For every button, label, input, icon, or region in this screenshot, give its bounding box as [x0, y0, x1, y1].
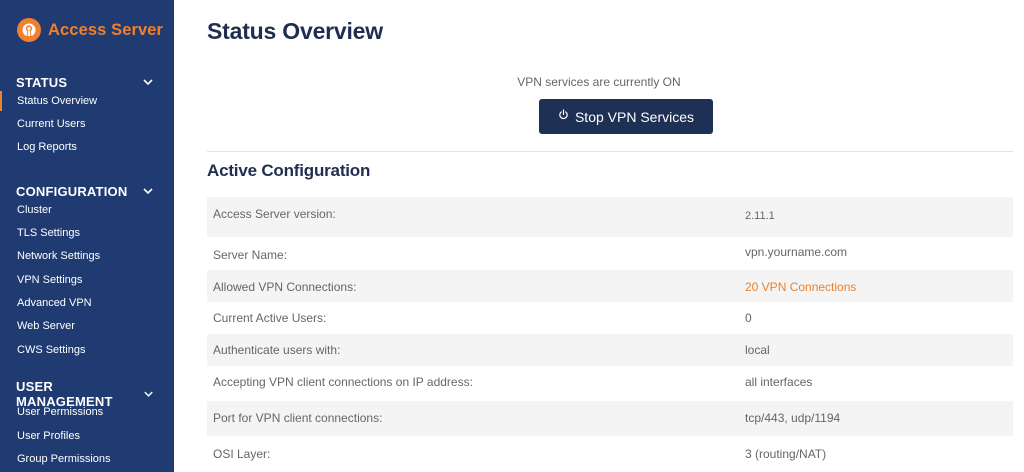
chevron-down-icon [144, 391, 153, 397]
sidebar: Access Server STATUS Status Overview Cur… [0, 0, 174, 472]
row-value: vpn.yourname.com [745, 245, 848, 259]
sidebar-section-status-title: STATUS [16, 74, 68, 90]
table-row: Accepting VPN client connections on IP a… [207, 366, 1013, 401]
table-row: Allowed VPN Connections: 20 VPN Connecti… [207, 270, 1013, 302]
sidebar-item-advanced-vpn[interactable]: Advanced VPN [0, 293, 174, 313]
sidebar-item-log-reports[interactable]: Log Reports [0, 137, 174, 157]
row-value: tcp/443, udp/1194 [745, 411, 841, 425]
sidebar-item-network-settings[interactable]: Network Settings [0, 246, 174, 266]
sidebar-section-user-management[interactable]: USER MANAGEMENT [16, 379, 156, 409]
divider [207, 151, 1013, 152]
table-row: OSI Layer: 3 (routing/NAT) [207, 436, 1013, 472]
sidebar-item-cluster[interactable]: Cluster [0, 200, 174, 220]
row-value-link[interactable]: 20 VPN Connections [745, 280, 856, 294]
table-row: Server Name: vpn.yourname.com [207, 237, 1013, 270]
sidebar-item-status-overview[interactable]: Status Overview [0, 91, 174, 111]
table-row: Access Server version: 2.11.1 [207, 197, 1013, 237]
row-label: Allowed VPN Connections: [213, 280, 357, 294]
row-label: Port for VPN client connections: [213, 411, 383, 425]
row-label: Authenticate users with: [213, 343, 341, 357]
table-row: Authenticate users with: local [207, 334, 1013, 366]
row-value: all interfaces [745, 375, 813, 389]
active-configuration-title: Active Configuration [207, 161, 371, 180]
row-label: Server Name: [213, 248, 288, 262]
row-label: OSI Layer: [213, 447, 271, 461]
row-label: Accepting VPN client connections on IP a… [213, 375, 473, 389]
row-label: Access Server version: [213, 207, 336, 221]
sidebar-item-cws-settings[interactable]: CWS Settings [0, 340, 174, 360]
row-value: local [745, 343, 770, 357]
sidebar-section-status[interactable]: STATUS [16, 73, 156, 91]
sidebar-section-configuration[interactable]: CONFIGURATION [16, 182, 156, 200]
sidebar-item-user-profiles[interactable]: User Profiles [0, 426, 174, 446]
keyhole-logo-icon [17, 18, 41, 42]
logo[interactable]: Access Server [16, 16, 163, 44]
sidebar-section-configuration-title: CONFIGURATION [16, 183, 128, 199]
stop-vpn-services-button[interactable]: Stop VPN Services [539, 99, 713, 134]
logo-text: Access Server [48, 20, 164, 39]
page-title: Status Overview [207, 18, 383, 44]
sidebar-item-user-permissions[interactable]: User Permissions [0, 402, 174, 422]
chevron-down-icon [143, 188, 153, 195]
vpn-status-text: VPN services are currently ON [517, 75, 681, 89]
row-label: Current Active Users: [213, 311, 327, 325]
power-icon [559, 109, 568, 120]
row-value: 0 [745, 311, 752, 325]
sidebar-item-current-users[interactable]: Current Users [0, 114, 174, 134]
table-row: Port for VPN client connections: tcp/443… [207, 401, 1013, 436]
table-row: Current Active Users: 0 [207, 302, 1013, 334]
sidebar-item-tls-settings[interactable]: TLS Settings [0, 223, 174, 243]
sidebar-item-vpn-settings[interactable]: VPN Settings [0, 270, 174, 290]
sidebar-item-web-server[interactable]: Web Server [0, 316, 174, 336]
row-value: 2.11.1 [745, 210, 775, 222]
main-content: Status Overview VPN services are current… [174, 0, 1024, 472]
chevron-down-icon [143, 79, 153, 86]
stop-vpn-services-label: Stop VPN Services [574, 108, 695, 125]
row-value: 3 (routing/NAT) [745, 447, 827, 461]
configuration-table: Access Server version: 2.11.1 Server Nam… [207, 197, 1013, 472]
sidebar-item-group-permissions[interactable]: Group Permissions [0, 449, 174, 469]
